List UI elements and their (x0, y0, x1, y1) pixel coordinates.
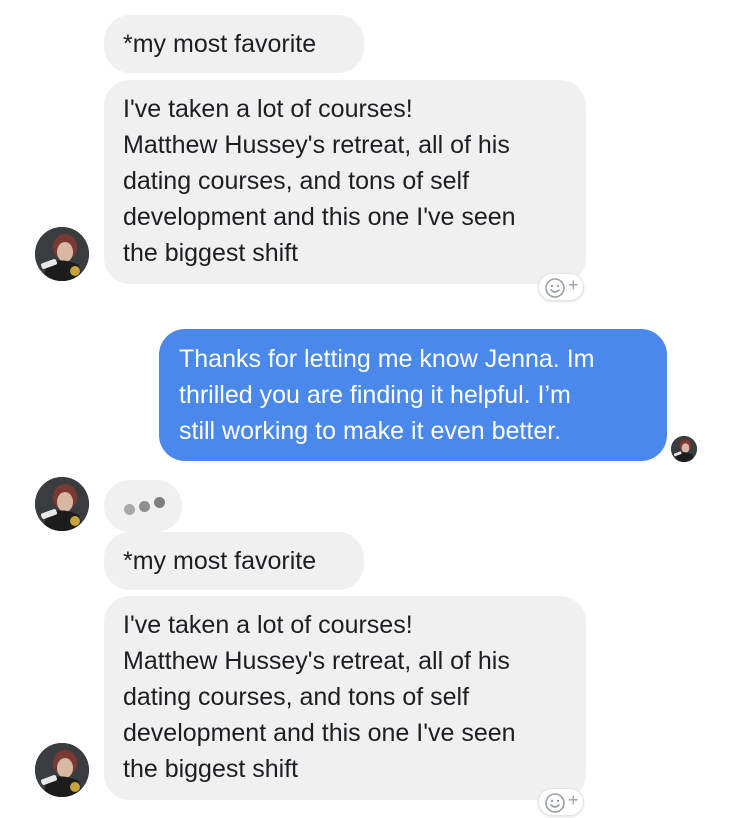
message-text-line: still working to make it even better. (179, 417, 562, 445)
message-text: *my most favorite (123, 547, 317, 575)
incoming-message[interactable]: *my most favorite (104, 15, 364, 73)
message-text: *my most favorite (123, 30, 317, 58)
avatar-image (35, 743, 89, 797)
plus-icon: + (568, 790, 579, 810)
message-text-line: I've taken a lot of courses! (123, 95, 413, 123)
typing-dot (154, 497, 165, 508)
typing-dot (139, 501, 150, 512)
contact-avatar[interactable] (35, 227, 89, 281)
avatar-image (671, 436, 697, 462)
message-text-line: development and this one I've seen (123, 203, 516, 231)
typing-indicator (104, 480, 182, 532)
message-text-line: dating courses, and tons of self (123, 167, 470, 195)
message-text-line: Thanks for letting me know Jenna. Im (179, 345, 595, 373)
add-reaction-button[interactable]: + (538, 273, 584, 301)
message-text-line: development and this one I've seen (123, 719, 516, 747)
message-text-line: Matthew Hussey's retreat, all of his (123, 647, 510, 675)
smiley-icon (545, 278, 565, 298)
message-text-line: the biggest shift (123, 755, 299, 783)
contact-avatar[interactable] (35, 743, 89, 797)
avatar-image (35, 477, 89, 531)
message-text-line: dating courses, and tons of self (123, 683, 470, 711)
message-text-line: Matthew Hussey's retreat, all of his (123, 131, 510, 159)
smiley-icon (545, 793, 565, 813)
contact-avatar[interactable] (35, 477, 89, 531)
add-reaction-button[interactable]: + (538, 788, 584, 816)
incoming-message[interactable]: I've taken a lot of courses! Matthew Hus… (104, 596, 586, 800)
read-receipt-avatar (671, 436, 697, 462)
typing-dot (124, 504, 135, 515)
outgoing-message[interactable]: Thanks for letting me know Jenna. Im thr… (159, 329, 667, 461)
plus-icon: + (568, 275, 579, 295)
message-text-line: the biggest shift (123, 239, 299, 267)
incoming-message[interactable]: *my most favorite (104, 532, 364, 590)
avatar-image (35, 227, 89, 281)
message-text-line: thrilled you are finding it helpful. I’m (179, 381, 571, 409)
incoming-message[interactable]: I've taken a lot of courses! Matthew Hus… (104, 80, 586, 284)
message-text-line: I've taken a lot of courses! (123, 611, 413, 639)
